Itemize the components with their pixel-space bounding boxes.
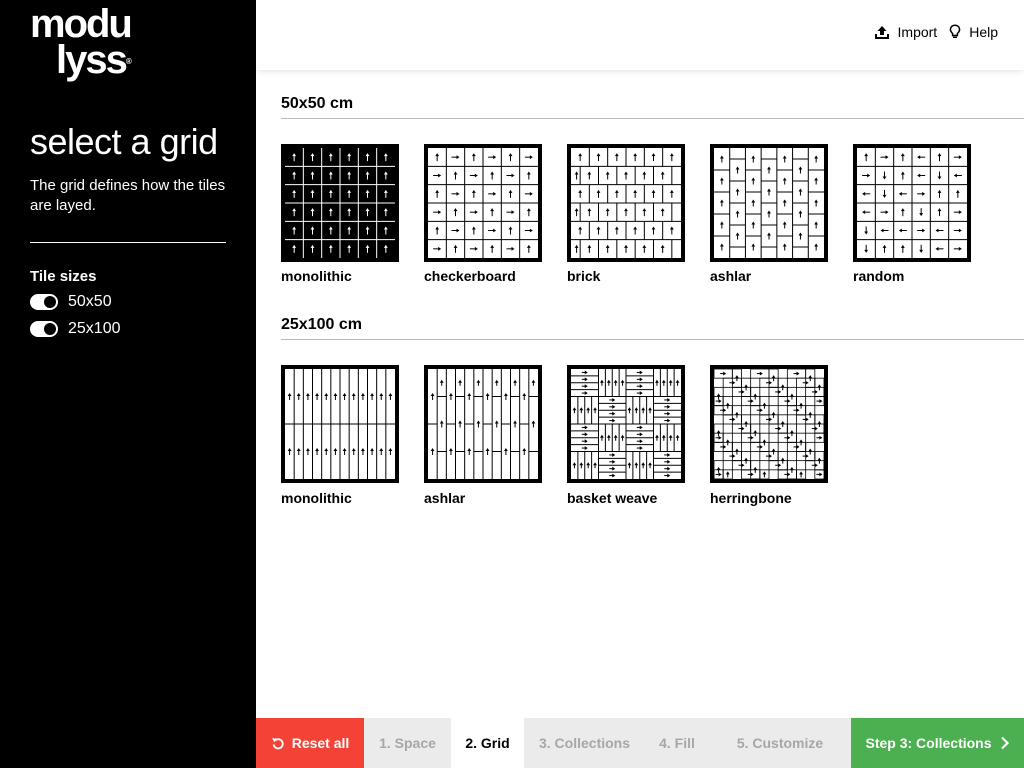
- step-customize-tab[interactable]: 5. Customize: [709, 718, 851, 768]
- chevron-right-icon: [1000, 736, 1009, 750]
- step-fill-tab[interactable]: 4. Fill: [645, 718, 709, 768]
- toggle-switch-icon[interactable]: [30, 321, 58, 337]
- help-label: Help: [969, 24, 998, 40]
- section-title-50x50: 50x50 cm: [281, 95, 354, 112]
- grid-label-checkerboard[interactable]: checkerboard: [424, 268, 516, 284]
- undo-icon: [271, 738, 284, 750]
- lightbulb-icon: [949, 24, 961, 38]
- wizard-footer: Reset all 1. Space 2. Grid 3. Collection…: [256, 718, 1024, 768]
- grid-label-ashlar-25x100[interactable]: ashlar: [424, 490, 465, 506]
- grid-ashlar-25x100-icon[interactable]: [424, 365, 542, 483]
- step-collections-tab[interactable]: 3. Collections: [524, 718, 645, 768]
- reset-all-button[interactable]: Reset all: [256, 718, 364, 768]
- grid-monolithic-50x50-icon[interactable]: [281, 144, 399, 262]
- sidebar: modu lyss® select a grid The grid define…: [0, 0, 256, 768]
- tile-size-toggle-25x100[interactable]: 25x100: [30, 320, 121, 338]
- section-title-25x100: 25x100 cm: [281, 316, 362, 333]
- reset-label: Reset all: [291, 735, 350, 751]
- next-step-label: Step 3: Collections: [865, 735, 992, 751]
- toggle-label: 50x50: [68, 293, 112, 310]
- import-button[interactable]: Import: [874, 24, 938, 40]
- tile-size-toggle-50x50[interactable]: 50x50: [30, 293, 112, 311]
- toggle-label: 25x100: [68, 320, 121, 337]
- import-label: Import: [897, 24, 938, 40]
- section-divider: [281, 339, 1024, 340]
- grid-random-50x50-icon[interactable]: [853, 144, 971, 262]
- toggle-switch-icon[interactable]: [30, 294, 58, 310]
- grid-label-herringbone[interactable]: herringbone: [710, 490, 792, 506]
- next-step-button[interactable]: Step 3: Collections: [851, 718, 1024, 768]
- logo-line-2: lyss: [56, 38, 128, 82]
- page-title: select a grid: [30, 121, 218, 162]
- grid-label-ashlar-50x50[interactable]: ashlar: [710, 268, 751, 284]
- step-space-tab[interactable]: 1. Space: [364, 718, 451, 768]
- grid-checkerboard-50x50-icon[interactable]: [424, 144, 542, 262]
- grid-brick-50x50-icon[interactable]: [567, 144, 685, 262]
- grid-ashlar-50x50-icon[interactable]: [710, 144, 828, 262]
- step-grid-tab[interactable]: 2. Grid: [451, 718, 524, 768]
- grid-basket-weave-25x100-icon[interactable]: [567, 365, 685, 483]
- grid-label-basket-weave[interactable]: basket weave: [567, 490, 657, 506]
- upload-icon: [874, 25, 889, 39]
- top-bar: Import Help: [256, 0, 1024, 70]
- grid-herringbone-25x100-icon[interactable]: [710, 365, 828, 483]
- grid-label-monolithic-25x100[interactable]: monolithic: [281, 490, 352, 506]
- grid-label-random[interactable]: random: [853, 268, 904, 284]
- grid-label-monolithic-50x50[interactable]: monolithic: [281, 268, 352, 284]
- section-divider: [281, 118, 1024, 119]
- modulyss-logo[interactable]: modu lyss®: [30, 4, 133, 80]
- page-description: The grid defines how the tiles are layed…: [30, 177, 226, 214]
- sidebar-divider: [30, 242, 226, 243]
- help-button[interactable]: Help: [949, 24, 998, 40]
- tile-sizes-label: Tile sizes: [30, 268, 97, 285]
- grid-monolithic-25x100-icon[interactable]: [281, 365, 399, 483]
- logo-registered-mark: ®: [125, 57, 132, 66]
- grid-label-brick[interactable]: brick: [567, 268, 600, 284]
